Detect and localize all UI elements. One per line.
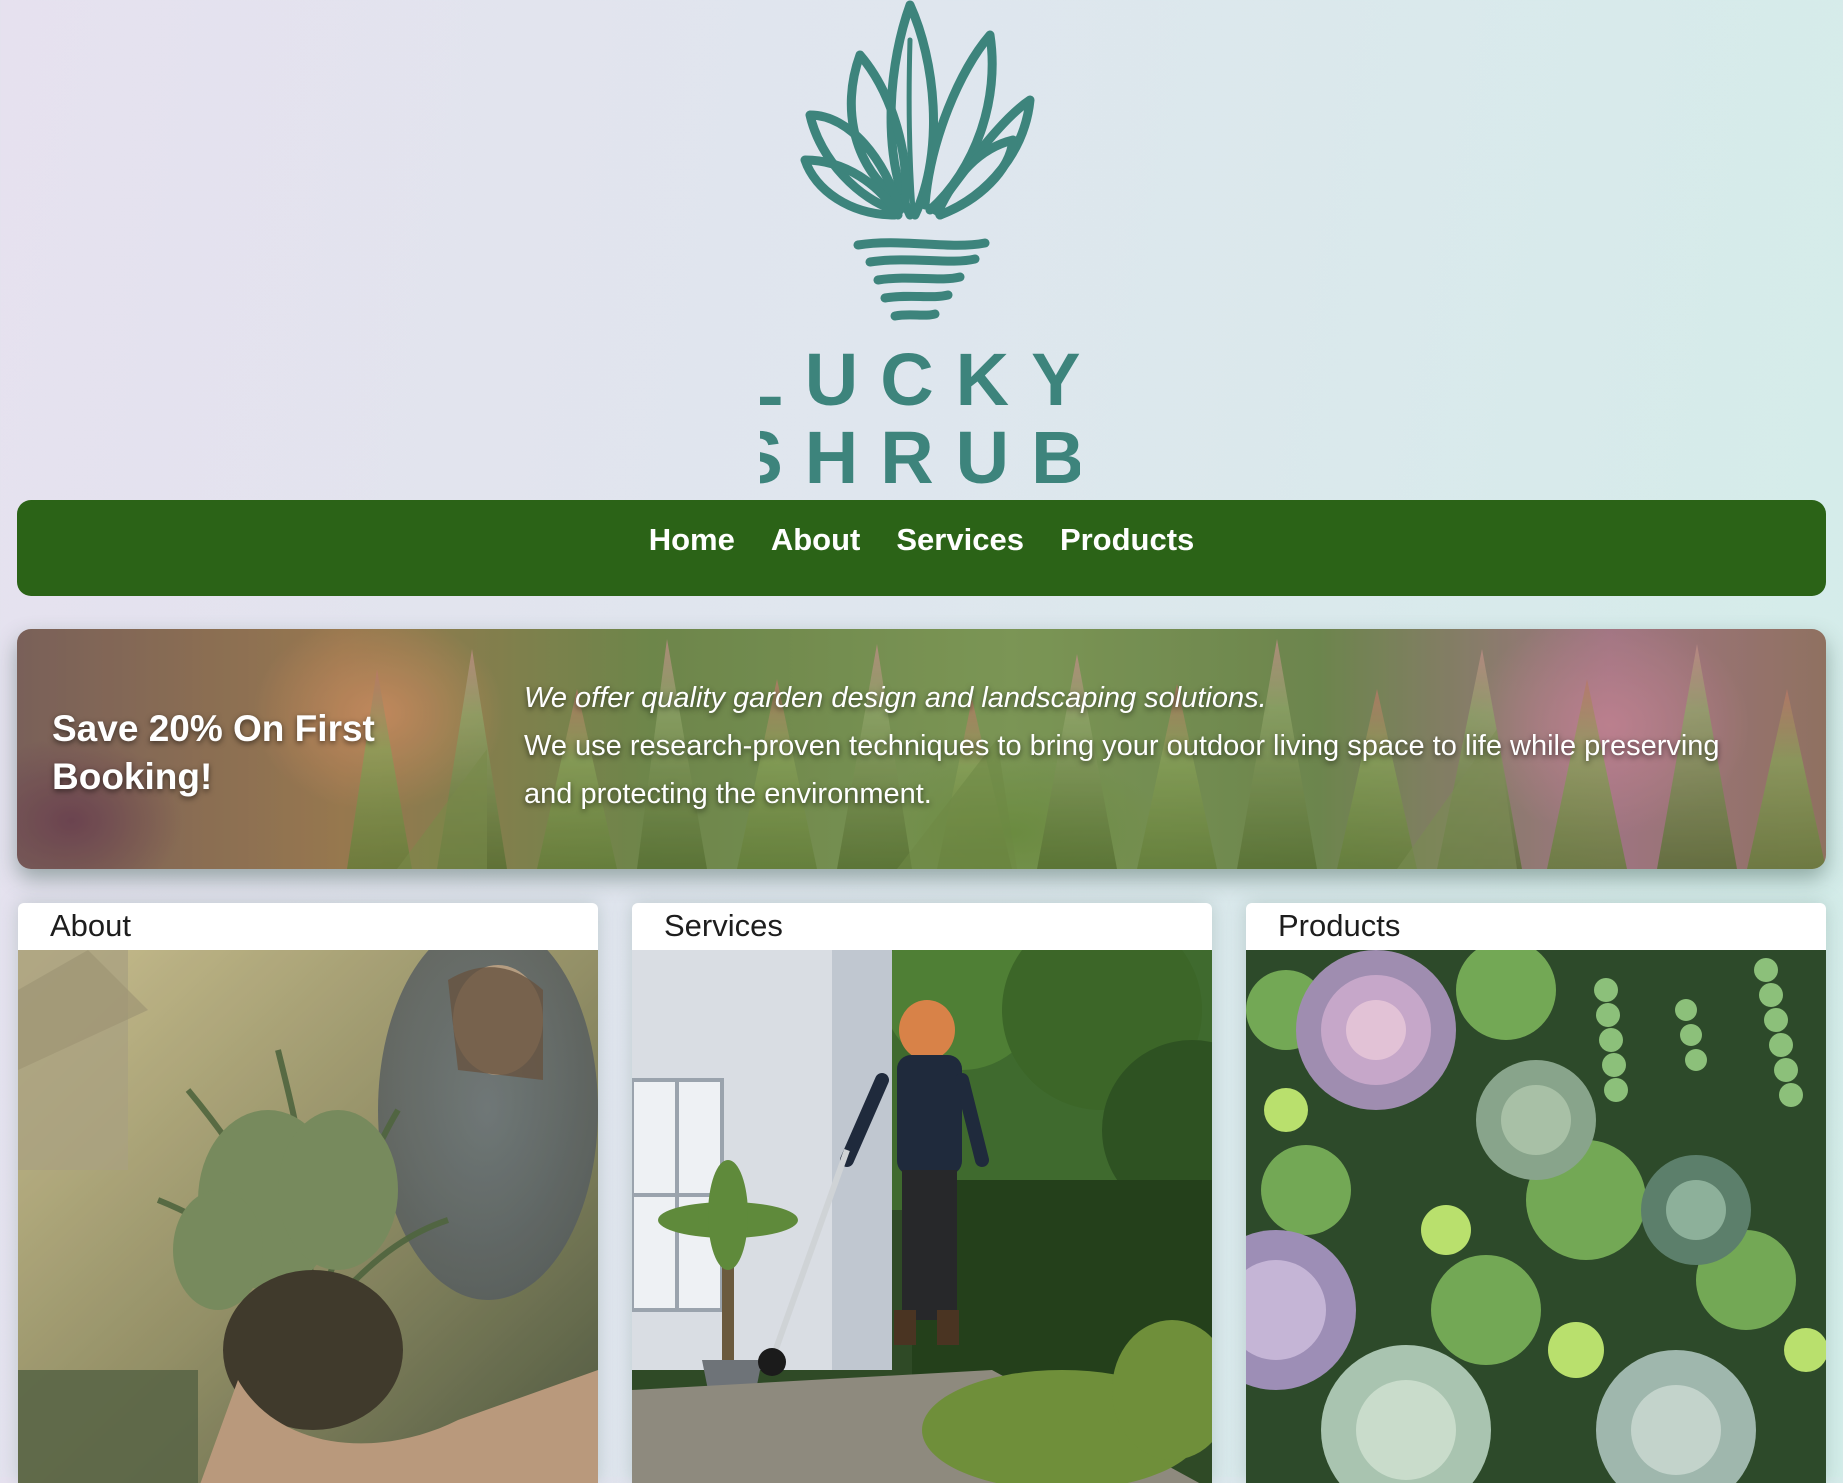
page: LUCKY SHRUB Home About Services Products	[0, 0, 1843, 1483]
products-card[interactable]: Products	[1246, 903, 1826, 1483]
logo-text-shrub: SHRUB	[760, 416, 1080, 490]
main-nav: Home About Services Products	[17, 500, 1826, 596]
logo-text-lucky: LUCKY	[760, 338, 1080, 421]
nav-about-link[interactable]: About	[771, 522, 861, 558]
hero-banner: Save 20% On First Booking! We offer qual…	[17, 629, 1826, 869]
nav-home-link[interactable]: Home	[649, 522, 735, 558]
succulents-image	[1246, 950, 1826, 1483]
plant-logo-icon: LUCKY SHRUB	[760, 0, 1080, 490]
card-title: Products	[1278, 908, 1401, 943]
services-card[interactable]: Services	[632, 903, 1212, 1483]
nav-products-link[interactable]: Products	[1060, 522, 1194, 558]
nav-services-link[interactable]: Services	[896, 522, 1024, 558]
gardener-holding-plant-image	[18, 950, 598, 1483]
lucky-shrub-logo[interactable]: LUCKY SHRUB	[760, 0, 1080, 490]
gardener-photo-icon	[18, 950, 598, 1483]
worker-trimming-lawn-image	[632, 950, 1212, 1483]
hero-body-text: We use research-proven techniques to bri…	[524, 730, 1720, 810]
card-title: About	[50, 908, 132, 943]
hero-tagline: We offer quality garden design and lands…	[524, 682, 1267, 714]
about-card[interactable]: About	[18, 903, 598, 1483]
hero-offer-text: Save 20% On First Booking!	[52, 708, 375, 797]
succulents-photo-icon	[1246, 950, 1826, 1483]
hero-description: We offer quality garden design and lands…	[524, 674, 1724, 818]
card-title: Services	[664, 908, 783, 943]
worker-photo-icon	[632, 950, 1212, 1483]
